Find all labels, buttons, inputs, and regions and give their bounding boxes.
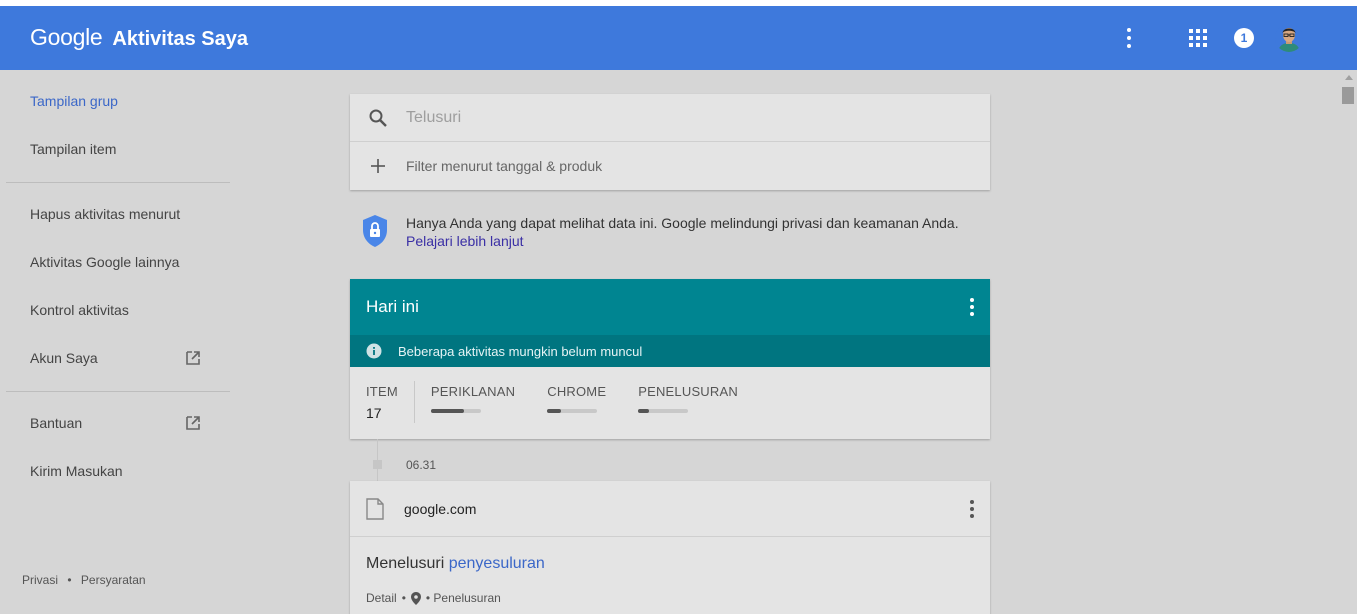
- sidebar-item-send-feedback[interactable]: Kirim Masukan: [30, 463, 200, 479]
- item-more-options-icon[interactable]: [970, 498, 974, 519]
- scroll-thumb[interactable]: [1342, 87, 1354, 104]
- sidebar-item-label: Akun Saya: [30, 350, 98, 366]
- product-label: PERIKLANAN: [430, 384, 516, 399]
- item-count-label: ITEM: [366, 384, 398, 399]
- brand[interactable]: Google Aktivitas Saya: [30, 24, 248, 51]
- sidebar-item-other-activity[interactable]: Aktivitas Google lainnya: [30, 254, 200, 270]
- today-header: Hari ini: [350, 279, 990, 335]
- account-avatar-button[interactable]: [1274, 6, 1304, 70]
- activity-meta: Detail • • Penelusuran: [366, 591, 974, 605]
- filter-label: Filter menurut tanggal & produk: [406, 158, 603, 174]
- info-icon: [366, 343, 382, 359]
- google-logo: Google: [30, 24, 103, 50]
- details-link[interactable]: Detail: [366, 591, 397, 605]
- footer-separator: •: [67, 573, 72, 587]
- activity-item-header: google.com: [350, 481, 990, 537]
- sidebar-item-my-account[interactable]: Akun Saya: [30, 350, 200, 366]
- activity-site[interactable]: google.com: [404, 501, 476, 517]
- activity-action: Menelusuri: [366, 555, 445, 572]
- sidebar-item-label: Aktivitas Google lainnya: [30, 254, 180, 270]
- sidebar-item-label: Hapus aktivitas menurut: [30, 206, 181, 222]
- sidebar-item-delete-activity[interactable]: Hapus aktivitas menurut: [30, 206, 200, 222]
- item-count-value: 17: [366, 405, 382, 421]
- sidebar-item-activity-controls[interactable]: Kontrol aktivitas: [30, 302, 200, 318]
- notifications-button[interactable]: 1: [1233, 6, 1255, 70]
- search-card: Telusuri Filter menurut tanggal & produk: [350, 94, 990, 190]
- sidebar-item-label: Kontrol aktivitas: [30, 302, 129, 318]
- top-app-bar: Google Aktivitas Saya 1: [0, 0, 1357, 70]
- more-options-icon[interactable]: [1124, 6, 1134, 70]
- sidebar-divider: [6, 391, 230, 392]
- sidebar-item-help[interactable]: Bantuan: [30, 415, 200, 431]
- sidebar-item-item-view[interactable]: Tampilan item: [30, 141, 200, 157]
- activity-title: Menelusuri penyesuluran: [366, 555, 974, 573]
- search-query-link[interactable]: penyesuluran: [449, 555, 545, 572]
- sidebar-footer: Privasi • Persyaratan: [22, 573, 152, 587]
- product-bar: [638, 409, 689, 413]
- sidebar-item-group-view[interactable]: Tampilan grup: [30, 93, 200, 109]
- privacy-text: Hanya Anda yang dapat melihat data ini. …: [406, 215, 959, 231]
- document-icon: [366, 497, 384, 520]
- product-label: CHROME: [547, 384, 607, 399]
- learn-more-link[interactable]: Pelajari lebih lanjut: [406, 233, 959, 249]
- sidebar-item-label: Tampilan grup: [30, 93, 118, 109]
- product-stat-chrome[interactable]: CHROME: [547, 384, 606, 413]
- activity-item-card: google.com Menelusuri penyesuluran Detai…: [350, 481, 990, 614]
- activity-notice: Beberapa aktivitas mungkin belum muncul: [350, 335, 990, 367]
- sidebar-item-label: Bantuan: [30, 415, 83, 431]
- open-in-new-icon: [186, 351, 200, 365]
- meta-separator: •: [401, 591, 406, 605]
- terms-link[interactable]: Persyaratan: [81, 573, 146, 587]
- notification-badge: 1: [1234, 28, 1254, 48]
- sidebar-item-label: Kirim Masukan: [30, 463, 123, 479]
- stats-divider: [413, 381, 415, 423]
- activity-item-body: Menelusuri penyesuluran Detail • • Penel…: [350, 537, 990, 605]
- product-stat-advertising[interactable]: PERIKLANAN: [430, 384, 516, 413]
- search-icon: [369, 109, 387, 127]
- avatar: [1275, 24, 1303, 52]
- today-title: Hari ini: [366, 297, 419, 316]
- sidebar: Tampilan grup Tampilan item Hapus aktivi…: [0, 70, 240, 614]
- shield-lock-icon: [363, 215, 387, 247]
- filter-button[interactable]: Filter menurut tanggal & produk: [350, 142, 990, 190]
- page-title: Aktivitas Saya: [112, 28, 249, 50]
- sidebar-divider: [6, 182, 230, 183]
- product-bar: [430, 409, 481, 413]
- product-stat-search[interactable]: PENELUSURAN: [638, 384, 738, 413]
- today-summary-card: Hari ini Beberapa aktivitas mungkin belu…: [350, 279, 990, 439]
- privacy-notice: Hanya Anda yang dapat melihat data ini. …: [360, 213, 959, 249]
- product-bar: [547, 409, 598, 413]
- notice-text: Beberapa aktivitas mungkin belum muncul: [398, 343, 643, 359]
- sidebar-item-label: Tampilan item: [30, 141, 117, 157]
- today-more-options-icon[interactable]: [970, 297, 974, 318]
- search-placeholder: Telusuri: [406, 108, 462, 126]
- timeline-dot: [373, 460, 382, 469]
- open-in-new-icon: [186, 416, 200, 430]
- product-label: • Penelusuran: [425, 591, 501, 605]
- timeline-time: 06.31: [406, 458, 437, 472]
- page-scrollbar[interactable]: [1341, 70, 1357, 614]
- apps-grid-icon[interactable]: [1188, 6, 1208, 70]
- search-input[interactable]: Telusuri: [350, 94, 990, 142]
- item-count-stat: ITEM 17: [366, 384, 398, 421]
- scroll-up-arrow-icon[interactable]: [1345, 75, 1353, 80]
- product-label: PENELUSURAN: [638, 384, 738, 399]
- stats-row: ITEM 17 PERIKLANAN CHROME PENELUSURAN: [350, 367, 990, 439]
- privacy-link[interactable]: Privasi: [22, 573, 58, 587]
- plus-icon: [371, 159, 385, 173]
- location-pin-icon: [410, 591, 421, 605]
